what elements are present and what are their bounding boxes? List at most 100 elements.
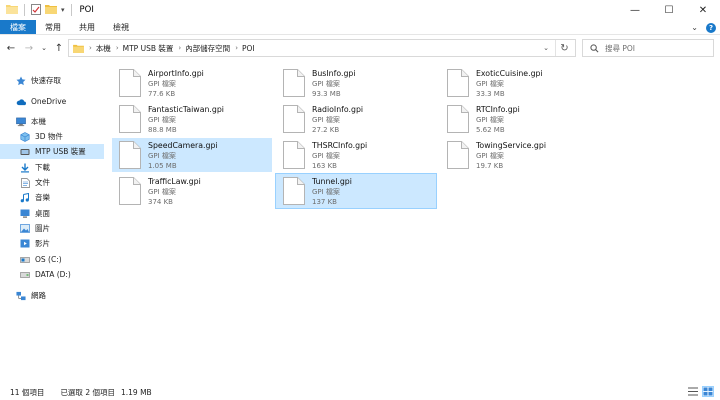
toolbar-divider [24, 4, 25, 16]
file-size: 93.3 MB [312, 90, 341, 98]
document-icon [20, 177, 30, 188]
customize-toolbar-icon[interactable]: ▾ [61, 6, 65, 14]
breadcrumb-separator: › [89, 44, 92, 52]
sidebar-item-drive-d[interactable]: DATA (D:) [0, 267, 104, 282]
sidebar-item-drive-c[interactable]: OS (C:) [0, 252, 104, 267]
ribbon-tabs: 檔案 常用 共用 檢視 ⌄ ? [0, 20, 720, 35]
generic-file-icon [118, 140, 142, 170]
refresh-button[interactable]: ↻ [555, 40, 573, 56]
maximize-button[interactable]: ☐ [652, 0, 686, 20]
generic-file-icon [446, 68, 470, 98]
close-button[interactable]: ✕ [686, 0, 720, 20]
file-name: Tunnel.gpi [312, 177, 352, 186]
help-icon[interactable]: ? [706, 22, 716, 33]
sidebar-item-label: 本機 [31, 117, 46, 126]
file-type: GPI 檔案 [148, 80, 176, 88]
file-name: THSRCInfo.gpi [312, 141, 368, 150]
navigation-pane: 快速存取 OneDrive 本機 3D 物件 MTP USB 裝置 下載 文件 … [0, 62, 104, 380]
status-bar: 11 個項目 已選取 2 個項目 1.19 MB [0, 384, 720, 400]
new-folder-icon[interactable] [45, 4, 57, 16]
sidebar-item-label: DATA (D:) [35, 270, 71, 279]
breadcrumb-mtp-device[interactable]: MTP USB 裝置 [123, 43, 174, 54]
file-item-rtcinfo[interactable]: RTCInfo.gpi GPI 檔案 5.62 MB [440, 102, 600, 136]
view-switcher [687, 386, 714, 397]
network-icon [16, 291, 26, 301]
file-item-exoticcuisine[interactable]: ExoticCuisine.gpi GPI 檔案 33.3 MB [440, 66, 600, 100]
file-size: 88.8 MB [148, 126, 177, 134]
up-button[interactable]: ↑ [52, 41, 66, 55]
sidebar-item-documents[interactable]: 文件 [0, 175, 104, 190]
file-item-radioinfo[interactable]: RadioInfo.gpi GPI 檔案 27.2 KB [276, 102, 436, 136]
properties-icon[interactable] [31, 3, 41, 17]
sidebar-item-label: 影片 [35, 239, 50, 248]
sidebar-item-pictures[interactable]: 圖片 [0, 221, 104, 236]
forward-button[interactable]: → [22, 41, 36, 55]
file-type: GPI 檔案 [476, 80, 504, 88]
selected-count: 已選取 2 個項目 [60, 387, 115, 397]
address-bar[interactable]: › 本機 › MTP USB 裝置 › 內部儲存空間 › POI ⌄ ↻ [68, 39, 576, 57]
file-size: 374 KB [148, 198, 173, 206]
sidebar-item-desktop[interactable]: 桌面 [0, 206, 104, 221]
sidebar-item-label: 文件 [35, 178, 50, 187]
sidebar-item-music[interactable]: 音樂 [0, 190, 104, 205]
sidebar-item-quick-access[interactable]: 快速存取 [0, 73, 104, 88]
details-view-icon[interactable] [687, 386, 699, 397]
file-item-towingservice[interactable]: TowingService.gpi GPI 檔案 19.7 KB [440, 138, 600, 172]
search-box[interactable] [582, 39, 714, 57]
generic-file-icon [446, 104, 470, 134]
breadcrumb-separator[interactable]: › [116, 44, 119, 52]
desktop-icon [20, 209, 30, 219]
tiles-view-icon[interactable] [702, 386, 714, 397]
sidebar-item-mtp-usb-device[interactable]: MTP USB 裝置 [0, 144, 104, 159]
file-name: RadioInfo.gpi [312, 105, 364, 114]
tab-home[interactable]: 常用 [36, 20, 70, 34]
breadcrumb-separator[interactable]: › [178, 44, 181, 52]
sidebar-item-downloads[interactable]: 下載 [0, 160, 104, 175]
sidebar-item-network[interactable]: 網路 [0, 288, 104, 303]
breadcrumb-separator[interactable]: › [235, 44, 238, 52]
download-icon [20, 163, 30, 173]
search-input[interactable] [605, 43, 705, 53]
file-type: GPI 檔案 [312, 116, 340, 124]
tab-view[interactable]: 檢視 [104, 20, 138, 34]
minimize-button[interactable]: — [618, 0, 652, 20]
generic-file-icon [446, 140, 470, 170]
sidebar-item-label: OS (C:) [35, 255, 62, 264]
address-dropdown-button[interactable]: ⌄ [539, 40, 553, 56]
file-item-thsrcinfo[interactable]: THSRCInfo.gpi GPI 檔案 163 KB [276, 138, 436, 172]
file-type: GPI 檔案 [312, 188, 340, 196]
generic-file-icon [118, 104, 142, 134]
file-name: TrafficLaw.gpi [148, 177, 201, 186]
file-item-airportinfo[interactable]: AirportInfo.gpi GPI 檔案 77.6 KB [112, 66, 272, 100]
video-icon [20, 239, 30, 249]
file-item-fantastictaiwan[interactable]: FantasticTaiwan.gpi GPI 檔案 88.8 MB [112, 102, 272, 136]
file-list: AirportInfo.gpi GPI 檔案 77.6 KB BusInfo.g… [106, 62, 720, 380]
sidebar-item-onedrive[interactable]: OneDrive [0, 94, 104, 109]
cloud-icon [16, 97, 26, 107]
expand-ribbon-chevron-icon[interactable]: ⌄ [691, 23, 698, 32]
file-type: GPI 檔案 [148, 188, 176, 196]
sidebar-item-this-pc[interactable]: 本機 [0, 114, 104, 129]
file-item-tunnel[interactable]: Tunnel.gpi GPI 檔案 137 KB [275, 173, 437, 209]
quick-access-toolbar: ▾ [0, 0, 74, 20]
back-button[interactable]: ← [4, 41, 18, 55]
recent-locations-button[interactable]: ⌄ [40, 41, 48, 55]
sidebar-item-videos[interactable]: 影片 [0, 236, 104, 251]
selected-size: 1.19 MB [120, 387, 152, 397]
sidebar-item-3d-objects[interactable]: 3D 物件 [0, 129, 104, 144]
tab-share[interactable]: 共用 [70, 20, 104, 34]
generic-file-icon [118, 68, 142, 98]
file-name: SpeedCamera.gpi [148, 141, 218, 150]
breadcrumb-poi[interactable]: POI [242, 44, 255, 53]
window-controls: — ☐ ✕ [618, 0, 720, 20]
file-item-speedcamera[interactable]: SpeedCamera.gpi GPI 檔案 1.05 MB [112, 138, 272, 172]
breadcrumb-this-pc[interactable]: 本機 [96, 43, 111, 54]
device-icon [20, 147, 30, 157]
folder-icon [73, 44, 84, 53]
file-item-businfo[interactable]: BusInfo.gpi GPI 檔案 93.3 MB [276, 66, 436, 100]
breadcrumb-internal-storage[interactable]: 內部儲存空間 [185, 43, 230, 54]
tab-file[interactable]: 檔案 [0, 20, 36, 34]
file-item-trafficlaw[interactable]: TrafficLaw.gpi GPI 檔案 374 KB [112, 174, 272, 208]
file-name: TowingService.gpi [476, 141, 547, 150]
file-type: GPI 檔案 [312, 80, 340, 88]
